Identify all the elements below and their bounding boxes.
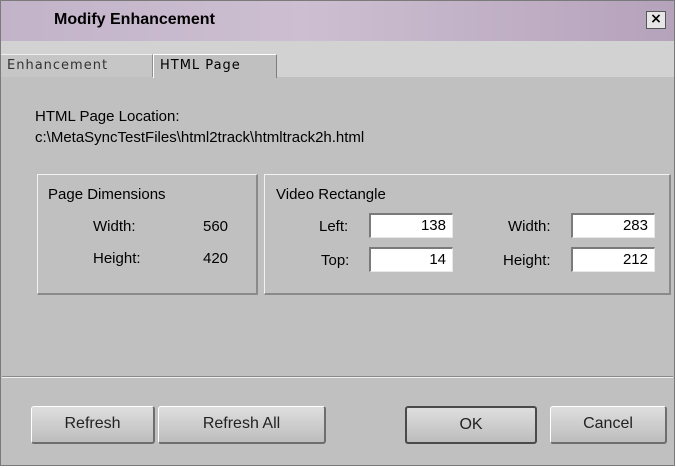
page-dimensions-title: Page Dimensions xyxy=(48,186,166,203)
video-height-field[interactable]: 212 xyxy=(571,247,655,272)
close-button[interactable]: × xyxy=(646,11,666,29)
video-left-field[interactable]: 138 xyxy=(369,213,453,238)
video-rectangle-group: Video Rectangle Left: 138 Top: 14 Width:… xyxy=(264,174,671,295)
modify-enhancement-dialog: Modify Enhancement × Enhancement HTML Pa… xyxy=(0,0,675,466)
location-label: HTML Page Location: xyxy=(35,108,180,125)
refresh-button[interactable]: Refresh xyxy=(31,406,155,444)
page-height-value: 420 xyxy=(203,250,229,267)
tab-html-page[interactable]: HTML Page xyxy=(153,54,277,80)
video-left-label: Left: xyxy=(319,218,349,235)
page-width-label: Width: xyxy=(93,218,136,235)
refresh-all-button[interactable]: Refresh All xyxy=(158,406,326,444)
page-width-value: 560 xyxy=(203,218,229,235)
page-height-label: Height: xyxy=(93,250,141,267)
dialog-title: Modify Enhancement xyxy=(54,11,215,28)
cancel-button[interactable]: Cancel xyxy=(550,406,667,444)
video-rectangle-title: Video Rectangle xyxy=(276,186,386,203)
video-width-field[interactable]: 283 xyxy=(571,213,655,238)
close-icon: × xyxy=(650,11,662,27)
video-top-field[interactable]: 14 xyxy=(369,247,453,272)
tab-enhancement[interactable]: Enhancement xyxy=(1,54,153,77)
location-path: c:\MetaSyncTestFiles\html2track\htmltrac… xyxy=(35,129,365,146)
page-dimensions-group: Page Dimensions Width: 560 Height: 420 xyxy=(37,174,258,295)
video-width-label: Width: xyxy=(508,218,551,235)
video-height-label: Height: xyxy=(503,252,551,269)
video-top-label: Top: xyxy=(321,252,350,269)
title-bar[interactable]: Modify Enhancement × xyxy=(1,1,674,41)
ok-button[interactable]: OK xyxy=(405,406,537,444)
button-separator xyxy=(2,376,673,378)
